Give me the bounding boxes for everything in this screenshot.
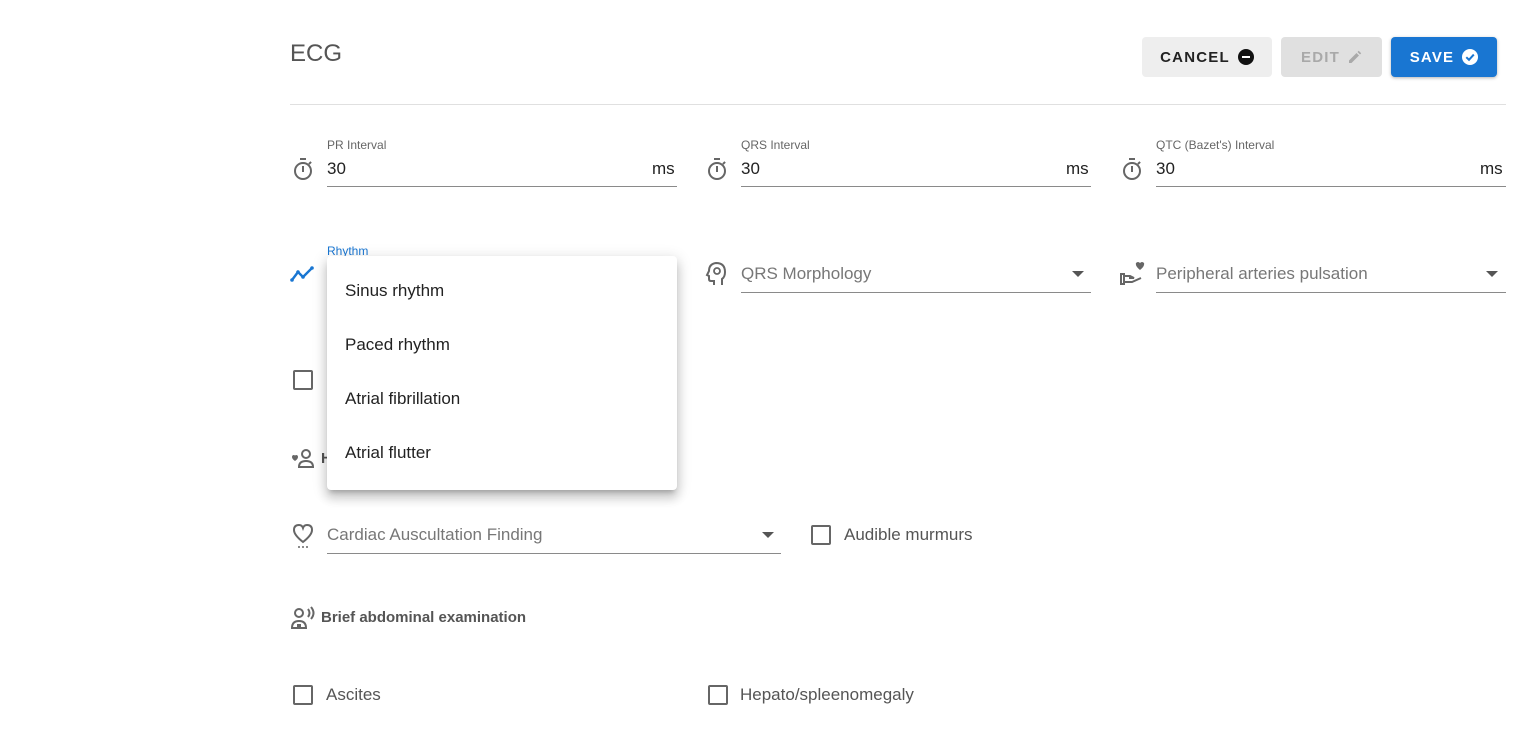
audible-murmurs-label: Audible murmurs: [844, 525, 973, 544]
cancel-label: CANCEL: [1160, 48, 1230, 66]
trending-line-icon: [290, 261, 316, 287]
pencil-icon: [1348, 50, 1362, 63]
header-divider: [290, 104, 1506, 105]
qrs-interval-label: QRS Interval: [741, 138, 810, 152]
edit-label: EDIT: [1301, 48, 1340, 66]
qrs-interval-unit: ms: [1066, 159, 1089, 178]
qtc-interval-unit: ms: [1480, 159, 1503, 178]
timer-icon: [704, 156, 730, 182]
qrs-interval-input[interactable]: 30: [741, 159, 760, 179]
qrs-morphology-select[interactable]: QRS Morphology: [741, 264, 871, 284]
person-heart-icon: [290, 446, 316, 472]
rhythm-dropdown-menu: Sinus rhythm Paced rhythm Atrial fibrill…: [327, 256, 677, 490]
qtc-interval-underline: [1156, 186, 1506, 187]
hidden-row-checkbox[interactable]: [293, 370, 313, 390]
qtc-interval-input[interactable]: 30: [1156, 159, 1175, 179]
qtc-interval-label: QTC (Bazet's) Interval: [1156, 138, 1275, 152]
peripheral-arteries-select[interactable]: Peripheral arteries pulsation: [1156, 264, 1368, 284]
pr-interval-label: PR Interval: [327, 138, 387, 152]
rhythm-option-atrial-flutter[interactable]: Atrial flutter: [327, 426, 677, 480]
rhythm-option-paced[interactable]: Paced rhythm: [327, 318, 677, 372]
rhythm-option-atrial-fibrillation[interactable]: Atrial fibrillation: [327, 372, 677, 426]
pr-interval-underline: [327, 186, 677, 187]
pr-interval-unit: ms: [652, 159, 675, 178]
abdominal-section-title: Brief abdominal examination: [321, 609, 527, 626]
cardiac-auscultation-underline: [327, 553, 781, 554]
cardiac-auscultation-select[interactable]: Cardiac Auscultation Finding: [327, 525, 542, 545]
peripheral-arteries-underline: [1156, 292, 1506, 293]
save-label: SAVE: [1409, 48, 1455, 66]
page-title: ECG: [290, 40, 343, 67]
chevron-down-icon[interactable]: [1072, 271, 1084, 277]
timer-icon: [290, 156, 316, 182]
ascites-checkbox[interactable]: [293, 685, 313, 705]
cancel-button[interactable]: CANCEL: [1142, 37, 1272, 77]
person-sound-icon: [290, 606, 316, 632]
chevron-down-icon[interactable]: [762, 532, 774, 538]
qrs-interval-underline: [741, 186, 1091, 187]
hepato-spleenomegaly-label: Hepato/spleenomegaly: [740, 685, 914, 704]
timer-icon: [1119, 156, 1145, 182]
edit-button[interactable]: EDIT: [1281, 37, 1382, 77]
save-button[interactable]: SAVE: [1391, 37, 1497, 77]
audible-murmurs-checkbox[interactable]: [811, 525, 831, 545]
qrs-morphology-underline: [741, 292, 1091, 293]
check-circle-icon: [1462, 49, 1479, 65]
rhythm-option-sinus[interactable]: Sinus rhythm: [327, 264, 677, 318]
ascites-label: Ascites: [326, 685, 381, 704]
head-gear-icon: [704, 261, 730, 287]
heart-outline-icon: [290, 523, 316, 549]
hand-heart-icon: [1119, 261, 1145, 287]
pr-interval-input[interactable]: 30: [327, 159, 346, 179]
remove-circle-icon: [1237, 49, 1254, 65]
chevron-down-icon[interactable]: [1486, 271, 1498, 277]
hepato-spleenomegaly-checkbox[interactable]: [708, 685, 728, 705]
